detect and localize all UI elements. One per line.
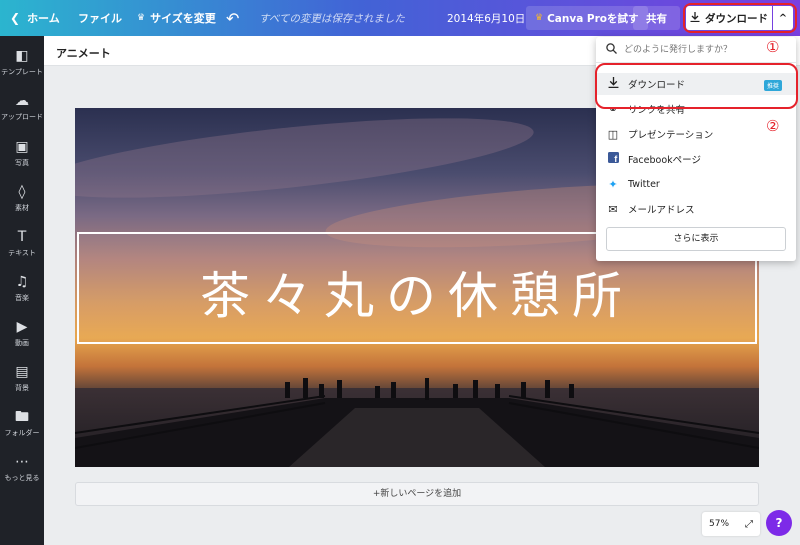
undo-icon[interactable]: ↶ (226, 0, 239, 36)
annotation-marker-2: ② (766, 117, 780, 135)
sidebar-item-label: 写真 (15, 159, 29, 167)
sidebar-item-text[interactable]: T テキスト (0, 229, 44, 258)
help-button[interactable]: ? (766, 510, 792, 536)
sidebar-item-label: 動画 (15, 339, 29, 347)
resize-label: サイズを変更 (150, 12, 216, 25)
download-icon (690, 11, 700, 25)
home-label: ホーム (27, 12, 60, 25)
sidebar-item-label: テキスト (8, 249, 36, 257)
sidebar-item-label: アップロード (1, 113, 43, 121)
page-title[interactable]: アニメート (56, 45, 111, 61)
try-canva-pro-button[interactable]: ♛ Canva Proを試す (526, 6, 648, 30)
resize-button[interactable]: ♛ サイズを変更 (137, 0, 216, 36)
sidebar-item-templates[interactable]: ◧ テンプレート (0, 48, 44, 77)
sidebar: ◧ テンプレート ☁ アップロード ▣ 写真 ◊ 素材 T テキスト ♫ 音楽 … (0, 36, 44, 545)
home-button[interactable]: ❮ ホーム (10, 0, 60, 36)
design-title-text[interactable]: 茶々丸の休憩所 (75, 256, 759, 328)
chevron-up-icon[interactable]: ^ (773, 6, 793, 30)
file-menu-button[interactable]: ファイル (78, 0, 122, 36)
search-icon (606, 43, 617, 57)
elements-icon: ◊ (18, 184, 26, 200)
document-date[interactable]: 2014年6月10日 (447, 0, 525, 36)
dropdown-item-download[interactable]: ダウンロード 推奨 (596, 73, 796, 95)
twitter-icon: ✦ (608, 177, 618, 191)
folder-icon: 🖿 (15, 409, 29, 425)
download-button[interactable]: ダウンロード (686, 6, 772, 30)
sidebar-item-label: テンプレート (1, 68, 43, 76)
zoom-level: 57% (709, 519, 730, 529)
chevron-left-icon: ❮ (10, 11, 21, 25)
dropdown-item-twitter[interactable]: ✦ Twitter (596, 173, 796, 195)
photo-icon: ▣ (15, 139, 29, 155)
facebook-icon: f (606, 152, 620, 166)
sidebar-item-photos[interactable]: ▣ 写真 (0, 139, 44, 168)
publish-dropdown: ダウンロード 推奨 ⚭ リンクを共有 ◫ プレゼンテーション f Faceboo… (596, 37, 796, 261)
dropdown-item-label: メールアドレス (628, 205, 695, 216)
add-page-button[interactable]: +新しいページを追加 (75, 482, 759, 506)
crown-icon: ♛ (137, 13, 146, 23)
dropdown-item-label: プレゼンテーション (628, 130, 714, 141)
more-icon: ⋯ (15, 454, 29, 470)
annotation-marker-1: ① (766, 38, 780, 56)
zoom-control[interactable]: 57% ⤢ (702, 512, 760, 536)
video-icon: ▶ (16, 319, 28, 335)
dropdown-item-email[interactable]: ✉ メールアドレス (596, 198, 796, 220)
top-bar: ❮ ホーム ファイル ♛ サイズを変更 ↶ すべての変更は保存されました 201… (0, 0, 800, 36)
crown-icon: ♛ (535, 13, 544, 23)
template-icon: ◧ (15, 48, 29, 64)
pro-label: Canva Proを試す (547, 12, 639, 25)
dropdown-item-label: Twitter (628, 178, 660, 190)
text-icon: T (17, 229, 27, 245)
sidebar-item-more[interactable]: ⋯ もっと見る (0, 454, 44, 483)
mail-icon: ✉ (608, 202, 618, 216)
sidebar-item-background[interactable]: ▤ 背景 (0, 364, 44, 393)
background-icon: ▤ (15, 364, 29, 380)
recommended-badge: 推奨 (764, 80, 783, 91)
show-more-button[interactable]: さらに表示 (606, 227, 786, 251)
dropdown-item-label: Facebookページ (628, 155, 701, 166)
download-label: ダウンロード (705, 12, 768, 25)
sidebar-item-label: フォルダー (4, 429, 40, 437)
link-icon: ⚭ (608, 102, 618, 116)
dropdown-item-facebook[interactable]: f Facebookページ (596, 148, 796, 170)
sidebar-item-label: 素材 (15, 204, 29, 212)
presentation-icon: ◫ (607, 127, 619, 141)
pier-silhouette (75, 378, 759, 467)
sidebar-item-elements[interactable]: ◊ 素材 (0, 184, 44, 213)
sidebar-item-videos[interactable]: ▶ 動画 (0, 319, 44, 348)
sidebar-item-label: 背景 (15, 384, 29, 392)
sidebar-item-music[interactable]: ♫ 音楽 (0, 274, 44, 303)
save-status: すべての変更は保存されました (259, 12, 405, 25)
sidebar-item-label: 音楽 (15, 294, 29, 302)
sidebar-item-label: もっと見る (4, 474, 40, 482)
share-button[interactable]: 共有 (633, 6, 680, 30)
dropdown-item-label: リンクを共有 (628, 105, 686, 116)
upload-icon: ☁ (15, 93, 29, 109)
sidebar-item-uploads[interactable]: ☁ アップロード (0, 93, 44, 122)
sidebar-item-folders[interactable]: 🖿 フォルダー (0, 409, 44, 438)
music-icon: ♫ (15, 274, 29, 290)
publish-search-input[interactable] (624, 42, 764, 58)
download-icon (606, 77, 620, 91)
dropdown-item-label: ダウンロード (628, 80, 686, 91)
fullscreen-icon[interactable]: ⤢ (745, 519, 753, 530)
